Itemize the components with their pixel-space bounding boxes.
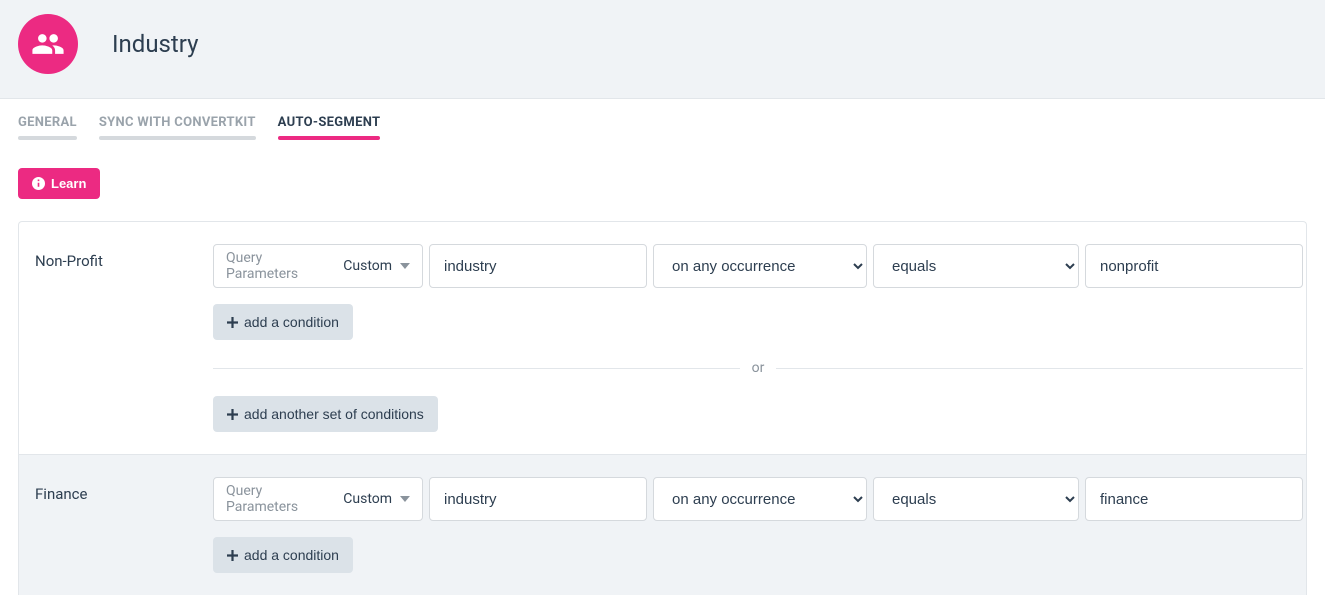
tab-label: SYNC WITH CONVERTKIT [99,115,256,130]
page-title: Industry [112,30,198,58]
segment-name: Finance [35,477,213,503]
add-condition-button[interactable]: add a condition [213,304,353,340]
tab-underline [99,136,256,140]
tab-sync-convertkit[interactable]: SYNC WITH CONVERTKIT [99,115,256,140]
info-icon [32,177,45,190]
tab-general[interactable]: GENERAL [18,115,77,140]
tab-underline [278,136,381,140]
tabs: GENERAL SYNC WITH CONVERTKIT AUTO-SEGMEN… [18,115,1307,140]
source-label: Query Parameters [226,483,337,515]
tab-auto-segment[interactable]: AUTO-SEGMENT [278,115,381,140]
param-input[interactable] [429,477,647,521]
source-value: Custom [343,258,392,274]
tab-label: AUTO-SEGMENT [278,115,381,130]
plus-icon [227,317,238,328]
operator-select[interactable]: equals [873,244,1079,288]
add-condition-button[interactable]: add a condition [213,537,353,573]
operator-select[interactable]: equals [873,477,1079,521]
occurrence-select[interactable]: on any occurrence [653,244,867,288]
page-header: Industry [0,0,1325,99]
condition-row: Query Parameters Custom on any occurrenc… [213,477,1303,521]
segment-row: Non-Profit Query Parameters Custom on an… [19,222,1306,454]
segment-body: Query Parameters Custom on any occurrenc… [213,244,1303,432]
source-label: Query Parameters [226,250,337,282]
learn-button[interactable]: Learn [18,168,100,199]
content-area: GENERAL SYNC WITH CONVERTKIT AUTO-SEGMEN… [0,99,1325,595]
param-input[interactable] [429,244,647,288]
group-icon [18,14,78,74]
or-label: or [752,360,765,376]
add-condition-label: add a condition [244,547,339,563]
add-condition-set-button[interactable]: add another set of conditions [213,396,438,432]
segment-body: Query Parameters Custom on any occurrenc… [213,477,1303,573]
source-value: Custom [343,491,392,507]
caret-down-icon [400,261,410,271]
plus-icon [227,409,238,420]
segments-container: Non-Profit Query Parameters Custom on an… [18,221,1307,595]
segment-row: Finance Query Parameters Custom on any o… [19,454,1306,595]
add-condition-label: add a condition [244,314,339,330]
add-set-label: add another set of conditions [244,406,424,422]
plus-icon [227,550,238,561]
caret-down-icon [400,494,410,504]
source-dropdown[interactable]: Query Parameters Custom [213,244,423,288]
source-dropdown[interactable]: Query Parameters Custom [213,477,423,521]
value-input[interactable] [1085,477,1303,521]
value-input[interactable] [1085,244,1303,288]
tab-underline [18,136,77,140]
condition-row: Query Parameters Custom on any occurrenc… [213,244,1303,288]
tab-label: GENERAL [18,115,77,130]
learn-button-label: Learn [51,176,86,191]
or-divider: or [213,360,1303,376]
occurrence-select[interactable]: on any occurrence [653,477,867,521]
segment-name: Non-Profit [35,244,213,270]
